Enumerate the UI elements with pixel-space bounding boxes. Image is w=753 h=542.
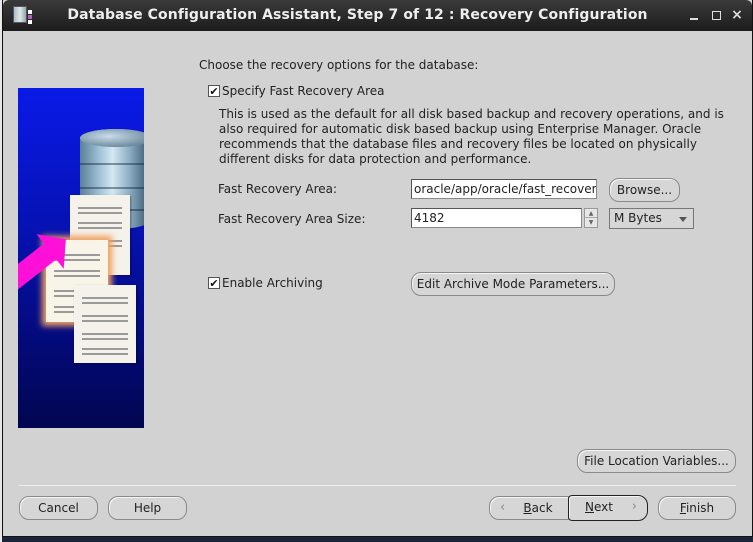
title-bar[interactable]: Database Configuration Assistant, Step 7… xyxy=(3,0,752,31)
file-location-variables-button[interactable]: File Location Variables... xyxy=(577,449,736,473)
spin-down-icon[interactable]: ▼ xyxy=(585,218,597,227)
maximize-button[interactable] xyxy=(709,8,723,22)
window-title: Database Configuration Assistant, Step 7… xyxy=(67,7,648,23)
specify-fra-checkbox[interactable]: ✔ Specify Fast Recovery Area xyxy=(208,84,384,98)
spin-up-icon[interactable]: ▲ xyxy=(585,209,597,218)
fra-description: This is used as the default for all disk… xyxy=(219,107,724,166)
enable-archiving-label: Enable Archiving xyxy=(222,276,323,290)
chevron-down-icon xyxy=(679,217,687,222)
fra-location-label: Fast Recovery Area: xyxy=(218,182,338,196)
fra-size-spinner[interactable]: ▲ ▼ xyxy=(584,208,598,228)
specify-fra-label: Specify Fast Recovery Area xyxy=(222,84,385,98)
finish-button[interactable]: Finish xyxy=(658,496,736,520)
intro-text: Choose the recovery options for the data… xyxy=(199,58,479,72)
checkbox-checked-icon[interactable]: ✔ xyxy=(208,85,220,97)
fra-size-input[interactable]: 4182 xyxy=(411,208,582,228)
fra-size-label: Fast Recovery Area Size: xyxy=(218,212,366,226)
recovery-illustration xyxy=(18,88,144,428)
checkbox-checked-icon[interactable]: ✔ xyxy=(208,277,220,289)
fra-location-input[interactable]: oracle/app/oracle/fast_recovery xyxy=(411,179,597,199)
edit-archive-params-button[interactable]: Edit Archive Mode Parameters... xyxy=(411,272,615,296)
dialog-body: Choose the recovery options for the data… xyxy=(3,31,752,536)
dbca-window: Database Configuration Assistant, Step 7… xyxy=(2,0,753,537)
size-unit-value: M Bytes xyxy=(614,211,662,225)
size-unit-select[interactable]: M Bytes xyxy=(609,208,694,229)
document-icon xyxy=(74,285,136,363)
close-button[interactable]: × xyxy=(730,8,744,22)
minimize-button[interactable] xyxy=(687,8,701,22)
cancel-button[interactable]: Cancel xyxy=(19,496,98,520)
chevron-right-icon: › xyxy=(631,499,637,514)
help-button[interactable]: Help xyxy=(108,496,187,520)
chevron-left-icon: ‹ xyxy=(500,500,506,515)
footer-divider xyxy=(19,485,736,486)
back-button[interactable]: ‹ Back xyxy=(489,496,569,520)
enable-archiving-checkbox[interactable]: ✔ Enable Archiving xyxy=(208,276,323,290)
next-button[interactable]: Next › xyxy=(568,495,648,521)
browse-button[interactable]: Browse... xyxy=(609,178,680,202)
